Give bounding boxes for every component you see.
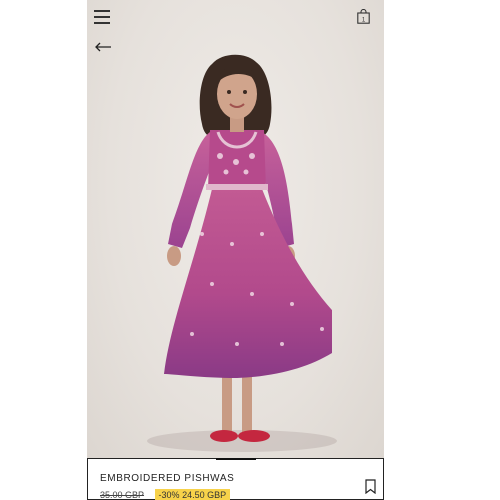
price-row: 35.00 GBP -30% 24.50 GBP bbox=[100, 489, 231, 500]
back-arrow-icon[interactable] bbox=[94, 41, 112, 53]
bag-count: 1 bbox=[362, 18, 366, 24]
shopping-bag-icon[interactable]: 1 bbox=[357, 9, 370, 24]
discount-badge: -30% 24.50 GBP bbox=[154, 489, 231, 500]
model-illustration bbox=[164, 54, 332, 442]
product-screen: 1 EMBROIDERED PISHWAS 35.00 GBP -30% 24.… bbox=[87, 0, 384, 500]
product-photo[interactable]: 1 bbox=[87, 0, 384, 458]
bookmark-icon[interactable] bbox=[365, 479, 376, 494]
hamburger-menu-icon[interactable] bbox=[94, 10, 110, 24]
original-price: 35.00 GBP bbox=[100, 490, 145, 500]
product-info-sheet: EMBROIDERED PISHWAS 35.00 GBP -30% 24.50… bbox=[87, 458, 384, 500]
drag-handle[interactable] bbox=[216, 458, 256, 460]
product-name: EMBROIDERED PISHWAS bbox=[100, 473, 235, 484]
discount-label: -30% bbox=[158, 490, 180, 500]
sale-price: 24.50 GBP bbox=[182, 490, 227, 500]
